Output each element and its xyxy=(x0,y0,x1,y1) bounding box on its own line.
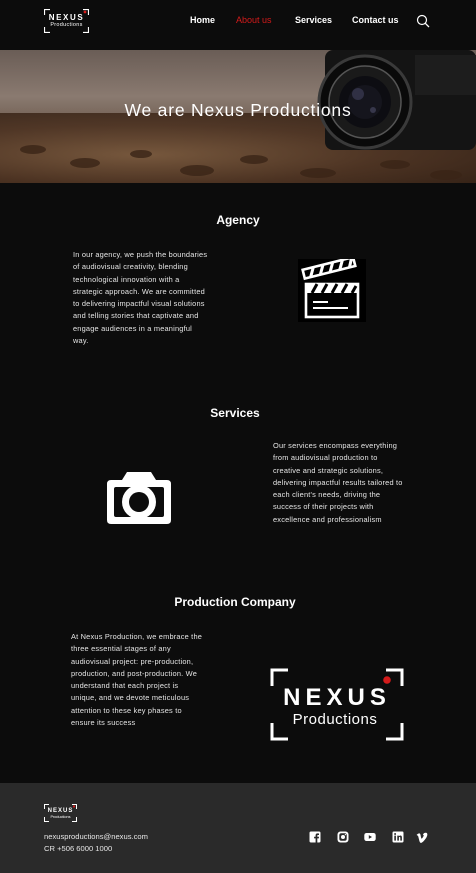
agency-text: In our agency, we push the boundaries of… xyxy=(73,250,208,346)
logo-subtitle: Productions xyxy=(292,711,378,728)
footer-phone: CR +506 6000 1000 xyxy=(44,844,113,853)
leaf xyxy=(130,150,152,158)
logo-subtitle: Productions xyxy=(50,22,83,28)
nexus-logo[interactable]: NEXUS Productions xyxy=(44,9,89,33)
hero-title: We are Nexus Productions xyxy=(124,100,352,120)
footer-logo[interactable]: NEXUS Productions xyxy=(44,804,77,822)
navbar: NEXUS Productions Home About us Services… xyxy=(0,0,476,50)
agency-title: Agency xyxy=(216,213,260,227)
logo-subtitle: Productions xyxy=(50,815,71,819)
leaf xyxy=(300,168,336,178)
nexus-logo-large: NEXUS Productions xyxy=(270,668,404,741)
footer-email[interactable]: nexusproductions@nexus.com xyxy=(44,832,148,841)
facebook-icon[interactable] xyxy=(309,831,321,843)
youtube-icon[interactable] xyxy=(364,831,376,843)
logo-title: NEXUS xyxy=(48,13,85,22)
production-text: At Nexus Production, we embrace the thre… xyxy=(71,632,203,728)
vimeo-icon[interactable] xyxy=(416,831,428,843)
leaf xyxy=(240,155,268,164)
nav-about-us[interactable]: About us xyxy=(236,15,272,25)
footer: NEXUS Productions nexusproductions@nexus… xyxy=(0,783,476,873)
leaf xyxy=(430,170,462,180)
services-title: Services xyxy=(210,406,260,420)
clapperboard-icon xyxy=(298,259,366,322)
linkedin-icon[interactable] xyxy=(392,831,404,843)
nav-services[interactable]: Services xyxy=(295,15,332,25)
leaf xyxy=(70,158,100,168)
leaf xyxy=(380,160,410,169)
leaf xyxy=(20,145,46,154)
instagram-icon[interactable] xyxy=(337,831,349,843)
nav-home[interactable]: Home xyxy=(190,15,215,25)
logo-title: NEXUS xyxy=(47,808,74,814)
logo-title: NEXUS xyxy=(283,684,391,711)
services-text: Our services encompass everything from a… xyxy=(273,441,403,524)
camera-icon xyxy=(107,472,171,524)
search-icon[interactable] xyxy=(416,14,430,28)
leaf xyxy=(180,165,214,176)
production-title: Production Company xyxy=(174,595,296,609)
nav-contact-us[interactable]: Contact us xyxy=(352,15,399,25)
hero-banner: We are Nexus Productions xyxy=(0,50,476,183)
